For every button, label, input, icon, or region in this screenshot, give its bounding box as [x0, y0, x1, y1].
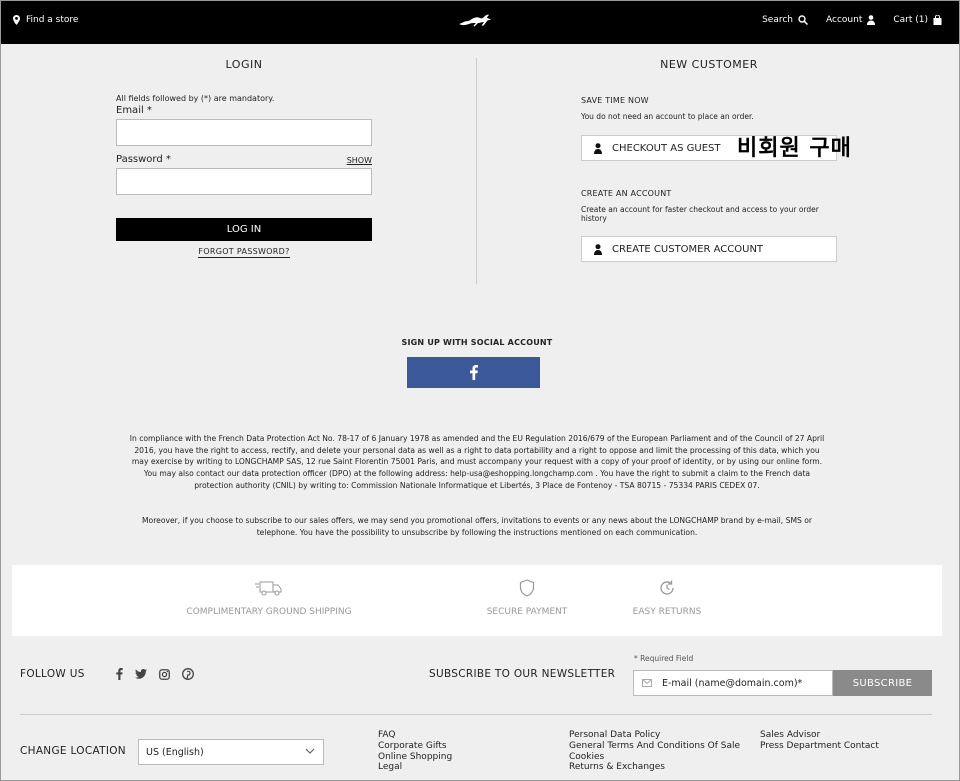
- create-account-title: CREATE AN ACCOUNT: [581, 189, 672, 198]
- instagram-icon[interactable]: [159, 668, 170, 680]
- footer-link-online-shopping[interactable]: Online Shopping: [378, 752, 452, 763]
- feature-payment-label: SECURE PAYMENT: [486, 607, 568, 617]
- search-label: Search: [762, 15, 794, 25]
- chevron-down-icon: [305, 748, 315, 754]
- footer-link-terms-of-sale[interactable]: General Terms And Conditions Of Sale: [569, 741, 740, 752]
- footer-link-personal-data-policy[interactable]: Personal Data Policy: [569, 730, 740, 741]
- data-protection-paragraph: In compliance with the French Data Prote…: [129, 434, 825, 490]
- person-icon: [594, 243, 602, 255]
- pinterest-icon[interactable]: [182, 668, 194, 680]
- promotional-offers-paragraph: Moreover, if you choose to subscribe to …: [142, 516, 812, 537]
- mandatory-note: All fields followed by (*) are mandatory…: [116, 94, 275, 103]
- login-section: LOGIN All fields followed by (*) are man…: [116, 58, 372, 258]
- column-divider: [476, 58, 477, 284]
- truck-icon: [255, 581, 282, 596]
- cart-label: Cart (1): [893, 15, 928, 25]
- account-link[interactable]: Account: [826, 15, 876, 25]
- newsletter-email-input[interactable]: E-mail (name@domain.com)*: [633, 670, 833, 696]
- user-icon: [867, 15, 876, 25]
- footer-link-returns-exchanges[interactable]: Returns & Exchanges: [569, 762, 740, 773]
- facebook-icon: [469, 365, 478, 380]
- create-account-text: Create an account for faster checkout an…: [581, 205, 819, 223]
- search-link[interactable]: Search: [762, 15, 809, 25]
- account-label: Account: [826, 15, 863, 25]
- envelope-icon: [642, 679, 652, 687]
- checkout-as-guest-label: CHECKOUT AS GUEST: [612, 142, 721, 154]
- save-time-title: SAVE TIME NOW: [581, 96, 649, 105]
- footer-link-cookies[interactable]: Cookies: [569, 752, 740, 763]
- footer-link-faq[interactable]: FAQ: [378, 730, 452, 741]
- footer-link-sales-advisor[interactable]: Sales Advisor: [760, 730, 879, 741]
- facebook-signup-button[interactable]: [407, 357, 540, 388]
- email-label: Email *: [116, 105, 152, 116]
- footer-links-policies: Personal Data Policy General Terms And C…: [569, 730, 740, 773]
- social-signup-title: SIGN UP WITH SOCIAL ACCOUNT: [401, 338, 553, 347]
- guest-purchase-annotation: 비회원 구매: [737, 136, 852, 161]
- twitter-icon[interactable]: [135, 669, 147, 679]
- feature-shipping: COMPLIMENTARY GROUND SHIPPING: [185, 579, 353, 617]
- create-customer-account-label: CREATE CUSTOMER ACCOUNT: [612, 243, 764, 255]
- footer-link-press-contact[interactable]: Press Department Contact: [760, 741, 879, 752]
- social-links: [116, 668, 194, 680]
- footer-link-legal[interactable]: Legal: [378, 762, 452, 773]
- search-icon: [798, 15, 809, 25]
- password-label: Password *: [116, 154, 171, 165]
- login-button[interactable]: LOG IN: [116, 218, 372, 241]
- create-customer-account-button[interactable]: CREATE CUSTOMER ACCOUNT: [581, 236, 837, 262]
- login-title: LOGIN: [225, 58, 263, 71]
- new-customer-title: NEW CUSTOMER: [660, 58, 758, 71]
- find-store-label: Find a store: [26, 15, 79, 25]
- feature-shipping-label: COMPLIMENTARY GROUND SHIPPING: [186, 607, 352, 617]
- location-select-value: US (English): [146, 746, 204, 758]
- return-icon: [660, 580, 674, 595]
- follow-us-title: FOLLOW US: [20, 668, 85, 680]
- find-store-link[interactable]: Find a store: [13, 15, 78, 25]
- person-icon: [594, 142, 602, 154]
- shield-icon: [519, 579, 535, 597]
- new-customer-section: NEW CUSTOMER SAVE TIME NOW You do not ne…: [581, 58, 851, 262]
- email-label-row: Email *: [116, 105, 372, 116]
- footer-link-corporate-gifts[interactable]: Corporate Gifts: [378, 741, 452, 752]
- email-field[interactable]: [116, 119, 372, 146]
- feature-returns-label: EASY RETURNS: [632, 607, 702, 617]
- location-pin-icon: [13, 15, 20, 25]
- password-field[interactable]: [116, 168, 372, 195]
- feature-returns: EASY RETURNS: [624, 579, 710, 617]
- required-field-note: * Required Field: [634, 654, 694, 663]
- password-label-row: Password * SHOW: [116, 154, 372, 165]
- footer-links-help: FAQ Corporate Gifts Online Shopping Lega…: [378, 730, 452, 773]
- newsletter-email-placeholder: E-mail (name@domain.com)*: [662, 677, 803, 689]
- save-time-text: You do not need an account to place an o…: [581, 112, 754, 121]
- longchamp-logo-icon[interactable]: [457, 11, 495, 31]
- newsletter-title: SUBSCRIBE TO OUR NEWSLETTER: [429, 668, 616, 680]
- facebook-icon[interactable]: [116, 668, 123, 680]
- shopping-bag-icon: [933, 15, 942, 25]
- forgot-password-row: FORGOT PASSWORD?: [116, 247, 372, 258]
- footer-divider: [20, 714, 932, 715]
- features-band: COMPLIMENTARY GROUND SHIPPING SECURE PAY…: [12, 565, 942, 636]
- feature-payment: SECURE PAYMENT: [482, 579, 572, 617]
- checkout-as-guest-button[interactable]: CHECKOUT AS GUEST 비회원 구매: [581, 135, 851, 161]
- show-password-link[interactable]: SHOW: [347, 156, 372, 165]
- forgot-password-link[interactable]: FORGOT PASSWORD?: [198, 247, 290, 258]
- cart-link[interactable]: Cart (1): [893, 15, 942, 25]
- subscribe-button[interactable]: SUBSCRIBE: [833, 670, 932, 696]
- change-location-title: CHANGE LOCATION: [20, 745, 126, 757]
- location-select[interactable]: US (English): [138, 739, 324, 765]
- footer-links-contact: Sales Advisor Press Department Contact: [760, 730, 879, 752]
- top-navigation-bar: Find a store Search Account Cart (1): [0, 0, 960, 44]
